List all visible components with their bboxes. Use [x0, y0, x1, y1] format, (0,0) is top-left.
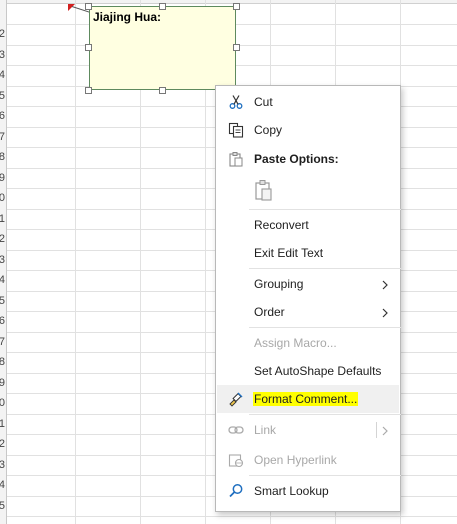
- copy-icon: [227, 121, 245, 139]
- menu-item-copy[interactable]: Copy: [217, 116, 399, 144]
- chevron-right-icon: [379, 306, 391, 318]
- menu-separator: [249, 414, 401, 415]
- globe-link-icon: [227, 451, 245, 469]
- row-number[interactable]: 4: [0, 475, 5, 495]
- row-number[interactable]: 2: [0, 434, 5, 454]
- row-number[interactable]: 8: [0, 352, 5, 372]
- menu-item-label: Link: [254, 423, 277, 437]
- resize-handle[interactable]: [85, 44, 92, 51]
- row-number[interactable]: 1: [0, 209, 5, 229]
- resize-handle[interactable]: [85, 87, 92, 94]
- context-menu: Cut Copy Paste Options: Reconvert Exit E…: [215, 85, 401, 512]
- menu-item-label: Copy: [254, 123, 283, 137]
- menu-item-label: Assign Macro...: [254, 336, 337, 350]
- paste-icon[interactable]: [252, 178, 278, 204]
- resize-handle[interactable]: [233, 3, 240, 10]
- row-number[interactable]: 9: [0, 373, 5, 393]
- row-number[interactable]: 0: [0, 188, 5, 208]
- row-number[interactable]: 3: [0, 455, 5, 475]
- row-number[interactable]: 9: [0, 168, 5, 188]
- comment-author[interactable]: Jiajing Hua:: [93, 10, 161, 24]
- gridline: [75, 0, 76, 524]
- menu-item-link[interactable]: Link: [217, 416, 399, 444]
- menu-item-open-hyperlink[interactable]: Open Hyperlink: [217, 446, 399, 474]
- menu-item-label: Cut: [254, 95, 273, 109]
- row-number[interactable]: 2: [0, 229, 5, 249]
- menu-item-set-autoshape-defaults[interactable]: Set AutoShape Defaults: [217, 357, 399, 385]
- menu-item-reconvert[interactable]: Reconvert: [217, 211, 399, 239]
- row-number[interactable]: 0: [0, 393, 5, 413]
- menu-item-label: Reconvert: [254, 218, 309, 232]
- row-number[interactable]: 6: [0, 106, 5, 126]
- row-number[interactable]: 3: [0, 250, 5, 270]
- row-number[interactable]: 3: [0, 45, 5, 65]
- menu-separator: [249, 475, 401, 476]
- resize-handle[interactable]: [159, 3, 166, 10]
- comment-box[interactable]: Jiajing Hua:: [89, 6, 236, 90]
- scissors-icon: [227, 93, 245, 111]
- menu-separator: [249, 209, 401, 210]
- row-number[interactable]: 7: [0, 332, 5, 352]
- resize-handle[interactable]: [85, 3, 92, 10]
- menu-item-smart-lookup[interactable]: Smart Lookup: [217, 477, 399, 505]
- menu-item-paste-options: Paste Options:: [217, 145, 399, 173]
- link-icon: [227, 421, 245, 439]
- menu-item-label: Grouping: [254, 277, 304, 291]
- chevron-right-icon: [379, 424, 391, 436]
- menu-item-label: Set AutoShape Defaults: [254, 364, 382, 378]
- menu-item-label: Exit Edit Text: [254, 246, 324, 260]
- resize-handle[interactable]: [233, 44, 240, 51]
- row-number[interactable]: 1: [0, 414, 5, 434]
- row-number[interactable]: 4: [0, 65, 5, 85]
- row-number[interactable]: 8: [0, 147, 5, 167]
- menu-item-cut[interactable]: Cut: [217, 88, 399, 116]
- menu-item-order[interactable]: Order: [217, 298, 399, 326]
- menu-separator: [249, 327, 401, 328]
- menu-item-label: Format Comment...: [253, 392, 359, 406]
- row-number[interactable]: 4: [0, 270, 5, 290]
- menu-item-label: Order: [254, 305, 285, 319]
- menu-item-assign-macro[interactable]: Assign Macro...: [217, 329, 399, 357]
- menu-item-exit-edit-text[interactable]: Exit Edit Text: [217, 239, 399, 267]
- row-number[interactable]: 6: [0, 311, 5, 331]
- row-header-column: 2 3 4 5 6 7 8 9 0 1 2 3 4 5 6 7 8 9 0 1 …: [0, 0, 7, 524]
- menu-item-format-comment[interactable]: Format Comment...: [217, 385, 399, 413]
- row-number[interactable]: 2: [0, 24, 5, 44]
- row-number[interactable]: 5: [0, 86, 5, 106]
- row-number[interactable]: 5: [0, 496, 5, 516]
- menu-item-label: Open Hyperlink: [254, 453, 337, 467]
- format-brush-icon: [227, 390, 245, 408]
- resize-handle[interactable]: [159, 87, 166, 94]
- menu-item-grouping[interactable]: Grouping: [217, 270, 399, 298]
- row-number[interactable]: 5: [0, 291, 5, 311]
- clipboard-icon: [227, 150, 245, 168]
- chevron-right-icon: [379, 278, 391, 290]
- search-icon: [227, 482, 245, 500]
- menu-item-label: Paste Options:: [254, 152, 339, 166]
- split-divider: [376, 422, 377, 438]
- menu-separator: [249, 268, 401, 269]
- menu-item-label: Smart Lookup: [254, 484, 329, 498]
- row-number[interactable]: 7: [0, 127, 5, 147]
